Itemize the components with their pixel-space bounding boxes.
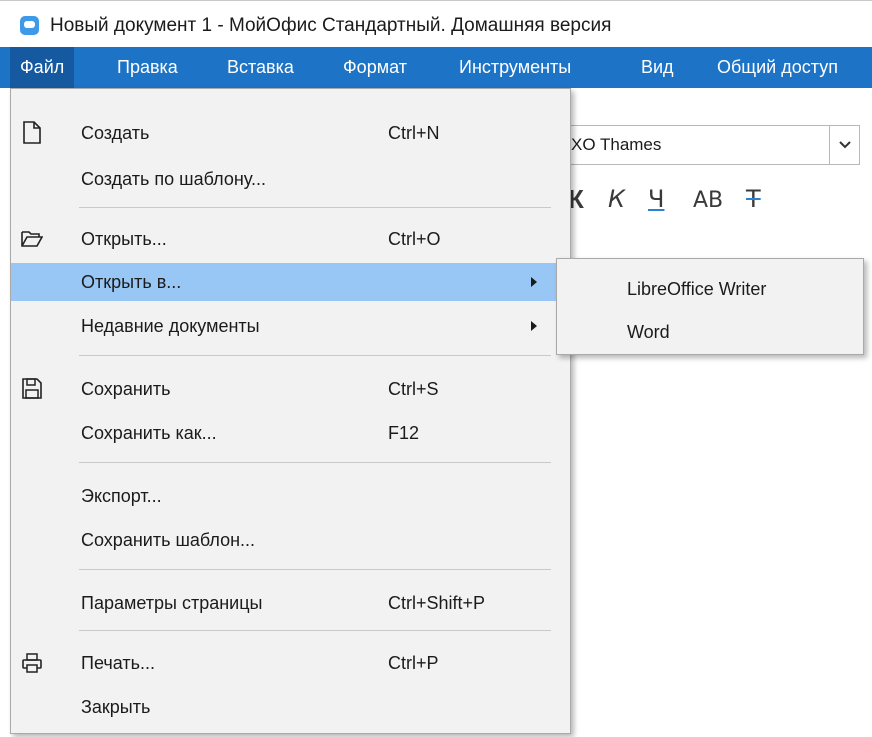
menu-item-shortcut: Ctrl+N <box>388 123 440 143</box>
submenu-arrow-icon <box>531 277 537 287</box>
menu-item-close[interactable]: Закрыть <box>11 688 570 726</box>
italic-button[interactable]: К <box>608 184 625 214</box>
menu-insert[interactable]: Вставка <box>217 47 304 88</box>
menu-separator <box>79 569 551 570</box>
strikethrough-button[interactable]: Т <box>746 184 761 214</box>
menu-sharing[interactable]: Общий доступ <box>707 47 848 88</box>
menu-item-print[interactable]: Печать... Ctrl+P <box>11 644 570 682</box>
menu-item-label: Экспорт... <box>81 486 162 506</box>
menu-item-shortcut: Ctrl+S <box>388 379 439 399</box>
menu-format[interactable]: Формат <box>333 47 417 88</box>
menu-item-label: Открыть в... <box>81 272 182 292</box>
font-family-select[interactable]: XO Thames <box>560 125 860 165</box>
font-family-value: XO Thames <box>571 135 662 154</box>
menu-bar: Файл Правка Вставка Формат Инструменты В… <box>0 47 872 88</box>
menu-file[interactable]: Файл <box>10 47 75 88</box>
menu-item-label: Сохранить шаблон... <box>81 530 256 550</box>
menu-item-shortcut: Ctrl+Shift+P <box>388 593 486 613</box>
menu-item-open-in[interactable]: Открыть в... <box>11 263 570 301</box>
menu-item-page-settings[interactable]: Параметры страницы Ctrl+Shift+P <box>11 584 570 622</box>
menu-item-export[interactable]: Экспорт... <box>11 477 570 515</box>
menu-item-shortcut: Ctrl+P <box>388 653 439 673</box>
menu-item-label: Закрыть <box>81 697 151 717</box>
myoffice-app-icon <box>20 16 39 35</box>
menu-item-shortcut: F12 <box>388 423 420 443</box>
menu-item-recent-documents[interactable]: Недавние документы <box>11 307 570 345</box>
printer-icon <box>21 651 43 675</box>
menu-separator <box>79 630 551 631</box>
menu-view[interactable]: Вид <box>631 47 684 88</box>
menu-tools[interactable]: Инструменты <box>449 47 581 88</box>
underline-button[interactable]: Ч <box>648 184 664 214</box>
submenu-item-label: LibreOffice Writer <box>627 279 767 299</box>
menu-item-label: Параметры страницы <box>81 593 263 613</box>
menu-item-label: Создать <box>81 123 150 143</box>
new-document-icon <box>21 121 43 145</box>
menu-item-save-template[interactable]: Сохранить шаблон... <box>11 521 570 559</box>
menu-item-save[interactable]: Сохранить Ctrl+S <box>11 370 570 408</box>
menu-item-label: Создать по шаблону... <box>81 169 266 189</box>
menu-edit[interactable]: Правка <box>107 47 188 88</box>
caps-button[interactable]: АВ <box>693 186 723 216</box>
menu-item-create[interactable]: Создать Ctrl+N <box>11 114 570 152</box>
menu-item-open[interactable]: Открыть... Ctrl+O <box>11 220 570 258</box>
menu-item-label: Сохранить как... <box>81 423 217 443</box>
submenu-arrow-icon <box>531 321 537 331</box>
menu-separator <box>79 355 551 356</box>
menu-item-label: Открыть... <box>81 229 167 249</box>
window-title-bar: Новый документ 1 - МойОфис Стандартный. … <box>0 0 872 47</box>
open-in-submenu: LibreOffice Writer Word <box>556 258 864 355</box>
menu-item-label: Сохранить <box>81 379 171 399</box>
submenu-item-libreoffice-writer[interactable]: LibreOffice Writer <box>557 270 863 308</box>
folder-open-icon <box>21 227 44 251</box>
file-menu-dropdown: Создать Ctrl+N Создать по шаблону... Отк… <box>10 88 571 734</box>
menu-item-label: Недавние документы <box>81 316 260 336</box>
menu-item-create-from-template[interactable]: Создать по шаблону... <box>11 160 570 198</box>
menu-separator <box>79 207 551 208</box>
menu-separator <box>79 462 551 463</box>
submenu-item-word[interactable]: Word <box>557 313 863 351</box>
menu-item-save-as[interactable]: Сохранить как... F12 <box>11 414 570 452</box>
menu-item-label: Печать... <box>81 653 155 673</box>
window-title: Новый документ 1 - МойОфис Стандартный. … <box>50 15 612 36</box>
submenu-item-label: Word <box>627 322 670 342</box>
chevron-down-icon[interactable] <box>829 126 859 164</box>
menu-item-shortcut: Ctrl+O <box>388 229 441 249</box>
save-icon <box>21 377 43 401</box>
